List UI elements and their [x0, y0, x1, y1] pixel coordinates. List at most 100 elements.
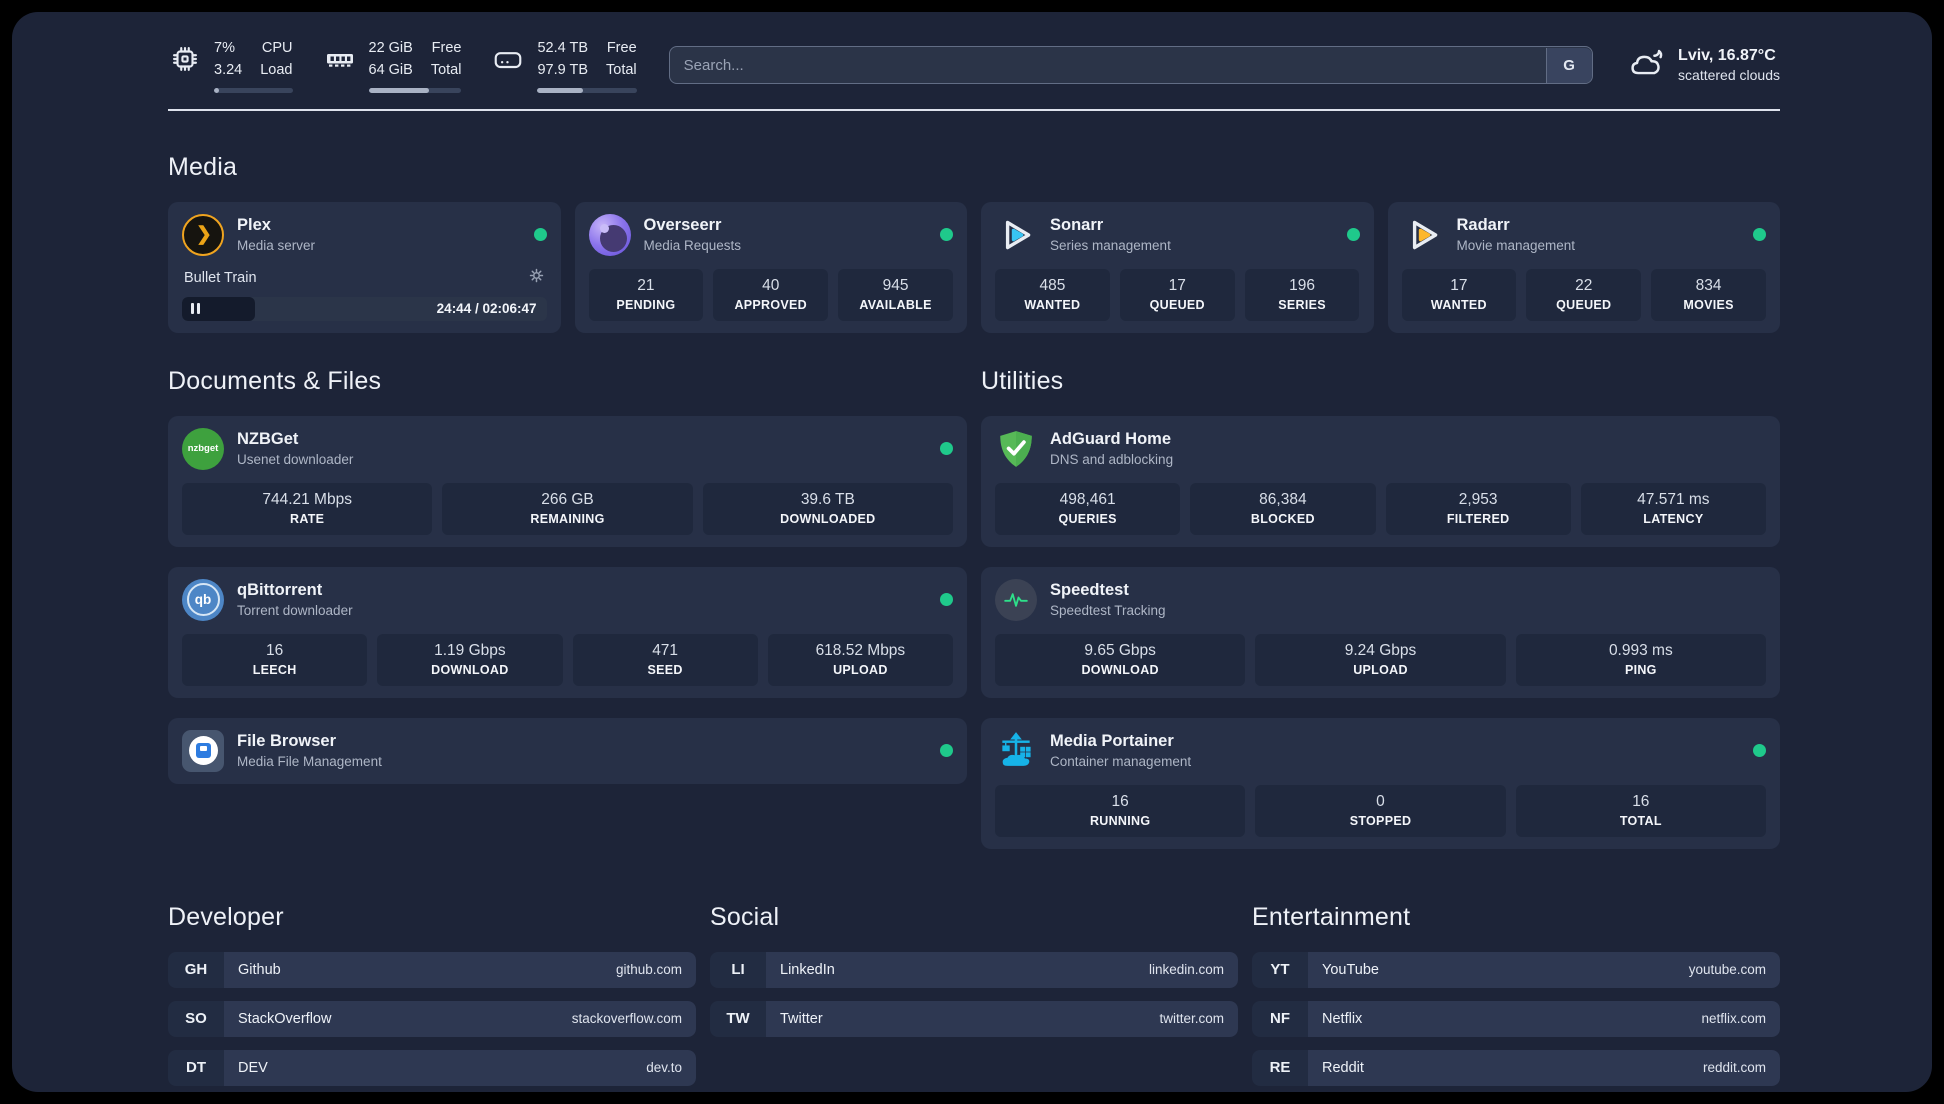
- section-title-media: Media: [168, 152, 238, 181]
- stat-label: TOTAL: [1619, 813, 1662, 828]
- section-title-documents: Documents & Files: [168, 366, 382, 395]
- section-social: Social LI LinkedIn linkedin.com TW Twitt…: [710, 903, 1238, 1086]
- card-portainer[interactable]: Media Portainer Container management 16 …: [981, 717, 1780, 849]
- stat-label: UPLOAD: [833, 662, 888, 677]
- bookmark-youtube[interactable]: YT YouTube youtube.com: [1252, 951, 1780, 988]
- app-name: Media Portainer: [1050, 732, 1174, 750]
- stat-label: APPROVED: [734, 297, 808, 312]
- disk-progress-fill: [537, 87, 584, 93]
- bookmark-name: YouTube: [1322, 961, 1379, 978]
- card-plex[interactable]: ❯ Plex Media server Bullet Train 24:44 /…: [168, 201, 561, 333]
- bookmark-name: StackOverflow: [238, 1010, 332, 1027]
- bookmark-name: Netflix: [1322, 1010, 1363, 1027]
- app-subtitle: DNS and adblocking: [1050, 452, 1174, 467]
- search-bar: G: [668, 46, 1594, 85]
- stat-box: 1.19 Gbps DOWNLOAD: [377, 633, 563, 686]
- status-dot-online: [940, 744, 953, 757]
- bookmark-linkedin[interactable]: LI LinkedIn linkedin.com: [710, 951, 1238, 988]
- card-nzbget[interactable]: nzbget NZBGet Usenet downloader 744.21 M…: [168, 415, 967, 547]
- playback-progress-bar[interactable]: 24:44 / 02:06:47: [182, 296, 547, 321]
- app-name: qBittorrent: [237, 581, 323, 599]
- qbittorrent-icon: qb: [182, 578, 224, 621]
- memory-values: 22 GiB 64 GiB: [369, 38, 413, 82]
- bookmark-abbr: RE: [1252, 1049, 1308, 1086]
- bookmark-name: Twitter: [780, 1010, 823, 1027]
- stat-box: 196 SERIES: [1244, 268, 1360, 321]
- app-name: Radarr: [1456, 216, 1510, 234]
- app-name: Sonarr: [1050, 216, 1104, 234]
- cpu-load: 3.24: [214, 61, 243, 78]
- stat-label: BLOCKED: [1250, 511, 1315, 526]
- stat-box: 0 STOPPED: [1255, 784, 1506, 837]
- search-provider-button[interactable]: G: [1545, 47, 1592, 83]
- stat-value: 744.21 Mbps: [262, 490, 352, 508]
- cpu-stat-widget: 7% 3.24 CPU Load: [168, 38, 293, 93]
- stat-label: MOVIES: [1683, 297, 1734, 312]
- bookmark-twitter[interactable]: TW Twitter twitter.com: [710, 1000, 1238, 1037]
- card-speedtest[interactable]: Speedtest Speedtest Tracking 9.65 Gbps D…: [981, 566, 1780, 698]
- memory-label-bottom: Total: [430, 61, 462, 78]
- card-filebrowser[interactable]: File Browser Media File Management: [168, 717, 967, 784]
- stat-label: UPLOAD: [1353, 662, 1408, 677]
- disk-label-bottom: Total: [606, 61, 637, 78]
- bookmark-abbr: SO: [168, 1000, 224, 1037]
- system-stats: 7% 3.24 CPU Load 22 GiB 64 GiB Free Tota…: [168, 38, 637, 93]
- stat-label: LEECH: [252, 662, 297, 677]
- card-overseerr[interactable]: Overseerr Media Requests 21 PENDING 40 A…: [574, 201, 967, 333]
- card-qbittorrent[interactable]: qb qBittorrent Torrent downloader 16 LEE…: [168, 566, 967, 698]
- app-subtitle: Media server: [237, 238, 316, 253]
- bookmark-abbr: GH: [168, 951, 224, 988]
- status-dot-online: [940, 442, 953, 455]
- bookmark-abbr: NF: [1252, 1000, 1308, 1037]
- pause-icon[interactable]: [191, 303, 201, 314]
- bookmark-reddit[interactable]: RE Reddit reddit.com: [1252, 1049, 1780, 1086]
- disk-free: 52.4 TB: [537, 40, 589, 56]
- overseerr-icon: [588, 213, 631, 256]
- section-entertainment: Entertainment YT YouTube youtube.com NF …: [1252, 903, 1780, 1086]
- memory-label-top: Free: [431, 40, 462, 56]
- stat-box: 22 QUEUED: [1526, 268, 1642, 321]
- app-subtitle: Media File Management: [237, 754, 382, 769]
- bookmark-dev[interactable]: DT DEV dev.to: [168, 1049, 696, 1086]
- search-input[interactable]: [668, 46, 1594, 85]
- stat-label: AVAILABLE: [859, 297, 932, 312]
- stat-value: 945: [882, 276, 909, 294]
- stat-value: 40: [762, 276, 780, 294]
- disk-values: 52.4 TB 97.9 TB: [537, 38, 588, 82]
- stat-box: 39.6 TB DOWNLOADED: [702, 482, 953, 535]
- app-name: AdGuard Home: [1050, 430, 1172, 448]
- stat-value: 86,384: [1259, 490, 1307, 508]
- app-subtitle: Media Requests: [643, 238, 742, 253]
- stat-value: 47.571 ms: [1637, 490, 1710, 508]
- status-dot-online: [533, 228, 547, 241]
- stat-box: 2,953 FILTERED: [1385, 482, 1571, 535]
- app-subtitle: Speedtest Tracking: [1050, 603, 1166, 618]
- stat-label: QUEUED: [1556, 297, 1612, 312]
- app-subtitle: Torrent downloader: [237, 603, 353, 618]
- status-dot-online: [1753, 228, 1766, 241]
- stat-value: 22: [1575, 276, 1593, 294]
- card-sonarr[interactable]: Sonarr Series management 485 WANTED 17 Q…: [981, 201, 1374, 333]
- cpu-label-bottom: Load: [260, 61, 293, 78]
- cpu-labels: CPU Load: [260, 38, 292, 82]
- app-subtitle: Usenet downloader: [237, 452, 354, 467]
- card-radarr[interactable]: Radarr Movie management 17 WANTED 22 QUE…: [1387, 201, 1780, 333]
- stat-label: STOPPED: [1349, 813, 1412, 828]
- section-title-entertainment: Entertainment: [1252, 902, 1411, 931]
- bookmark-github[interactable]: GH Github github.com: [168, 951, 696, 988]
- card-adguard[interactable]: AdGuard Home DNS and adblocking 498,461 …: [981, 415, 1780, 547]
- bookmark-stackoverflow[interactable]: SO StackOverflow stackoverflow.com: [168, 1000, 696, 1037]
- stat-label: REMAINING: [530, 511, 605, 526]
- header: 7% 3.24 CPU Load 22 GiB 64 GiB Free Tota…: [168, 38, 1780, 93]
- stat-value: 834: [1695, 276, 1722, 294]
- memory-icon: [323, 38, 357, 74]
- gear-icon[interactable]: [528, 267, 545, 289]
- stat-box: 47.571 ms LATENCY: [1580, 482, 1766, 535]
- stat-label: SERIES: [1278, 297, 1326, 312]
- playback-time: 24:44 / 02:06:47: [436, 301, 537, 316]
- stat-value: 266 GB: [541, 490, 594, 508]
- app-subtitle: Movie management: [1456, 238, 1576, 253]
- stat-label: PENDING: [616, 297, 676, 312]
- bookmark-netflix[interactable]: NF Netflix netflix.com: [1252, 1000, 1780, 1037]
- stat-value: 17: [1168, 276, 1186, 294]
